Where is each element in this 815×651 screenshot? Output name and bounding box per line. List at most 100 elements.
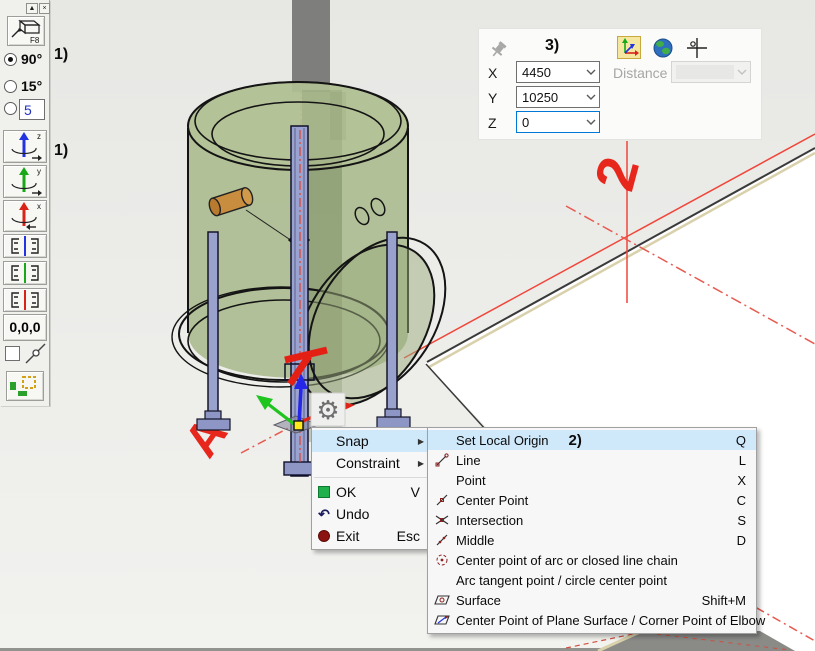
angle-radio-90[interactable]: 90° xyxy=(4,51,42,67)
left-leg[interactable] xyxy=(208,232,218,422)
wall-column[interactable] xyxy=(292,0,330,92)
line-snap-icon xyxy=(435,453,449,467)
custom-angle-input[interactable] xyxy=(19,99,45,120)
reference-points-button[interactable] xyxy=(6,371,44,401)
menu-item-line-snap[interactable]: Line L xyxy=(428,450,756,470)
middle-snap-icon xyxy=(435,533,449,547)
orientation-toolbar: ▲ × F8 90° 15° z xyxy=(0,0,50,406)
menu-item-point-snap[interactable]: Point X xyxy=(428,470,756,490)
angle-radio-15[interactable]: 15° xyxy=(4,78,42,94)
distance-value xyxy=(676,65,734,79)
menu-item-label: OK xyxy=(336,484,356,500)
distance-label: Distance xyxy=(613,65,667,81)
gizmo-axis-z[interactable] xyxy=(299,388,301,425)
x-axis-label: X xyxy=(488,65,497,81)
world-globe-icon[interactable] xyxy=(651,36,675,59)
view-mode-button[interactable]: F8 xyxy=(7,16,45,46)
chevron-down-icon xyxy=(734,69,750,75)
chevron-down-icon[interactable] xyxy=(583,94,599,100)
distance-combo xyxy=(671,61,751,83)
pin-icon[interactable] xyxy=(489,39,509,59)
menu-item-label: Center point of arc or closed line chain xyxy=(456,553,678,568)
menu-item-set-local-origin[interactable]: Set Local Origin 2) Q xyxy=(428,430,756,450)
rotate-y-icon: y xyxy=(4,166,46,197)
annotation-1a: 1) xyxy=(54,46,68,64)
menu-item-label: Set Local Origin xyxy=(456,433,549,448)
rotate-z-icon: z xyxy=(4,131,46,162)
surface-snap-icon xyxy=(434,593,450,607)
gear-button[interactable]: ⚙ xyxy=(311,393,345,426)
y-coordinate-value: 10250 xyxy=(517,90,583,105)
menu-item-label: Exit xyxy=(336,528,359,544)
menu-item-label: Snap xyxy=(336,433,369,449)
menu-item-label: Arc tangent point / circle center point xyxy=(456,573,667,588)
annotation-2: 2) xyxy=(569,432,582,449)
origin-000-button[interactable]: 0,0,0 xyxy=(3,314,47,341)
radio-custom-circle[interactable] xyxy=(4,102,17,115)
x-coordinate-combo[interactable]: 4450 xyxy=(516,61,600,83)
menu-item-arc-tangent-snap[interactable]: Arc tangent point / circle center point xyxy=(428,570,756,590)
x-coordinate-value: 4450 xyxy=(517,65,583,80)
menu-shortcut: C xyxy=(737,493,756,508)
rotate-x-button[interactable]: x xyxy=(3,200,47,232)
radio-90-circle[interactable] xyxy=(4,53,17,66)
axis-letter-z: z xyxy=(37,132,41,141)
menu-item-label: Center Point xyxy=(456,493,528,508)
menu-item-plane-center-snap[interactable]: Center Point of Plane Surface / Corner P… xyxy=(428,610,756,630)
menu-item-undo[interactable]: ↶ Undo xyxy=(312,503,430,525)
snap-submenu: Set Local Origin 2) Q Line L Point X Cen… xyxy=(427,427,757,634)
snap-checkbox[interactable] xyxy=(5,346,20,361)
menu-item-exit[interactable]: Exit Esc xyxy=(312,525,430,547)
menu-item-snap[interactable]: Snap ▶ xyxy=(312,430,430,452)
menu-shortcut: Q xyxy=(736,433,756,448)
menu-item-intersection-snap[interactable]: Intersection S xyxy=(428,510,756,530)
menu-item-center-point-snap[interactable]: Center Point C xyxy=(428,490,756,510)
menu-shortcut: Esc xyxy=(397,528,430,544)
mirror-y-icon xyxy=(4,262,46,284)
right-leg[interactable] xyxy=(387,232,397,420)
rotate-z-button[interactable]: z xyxy=(3,130,47,163)
menu-item-label: Line xyxy=(456,453,481,468)
mirror-x-button[interactable] xyxy=(3,288,47,312)
rotate-y-button[interactable]: y xyxy=(3,165,47,198)
menu-item-label: Point xyxy=(456,473,486,488)
menu-separator xyxy=(314,477,428,478)
rotate-x-icon: x xyxy=(4,201,46,231)
center-point-icon xyxy=(435,493,449,507)
crosshair-icon[interactable] xyxy=(685,36,709,59)
z-coordinate-value: 0 xyxy=(517,115,583,130)
chevron-down-icon[interactable] xyxy=(583,119,599,125)
cad-application: { "window": {"collapse_glyph": "▲", "clo… xyxy=(0,0,815,651)
mirror-y-button[interactable] xyxy=(3,261,47,285)
menu-item-surface-snap[interactable]: Surface Shift+M xyxy=(428,590,756,610)
y-axis-label: Y xyxy=(488,90,497,106)
origin-point[interactable] xyxy=(294,421,303,430)
undo-icon: ↶ xyxy=(318,509,330,519)
reference-points-icon xyxy=(7,372,43,400)
radio-15-circle[interactable] xyxy=(4,80,17,93)
menu-shortcut: X xyxy=(737,473,756,488)
measure-line-icon xyxy=(24,342,47,365)
mirror-z-button[interactable] xyxy=(3,234,47,258)
angle-radio-custom[interactable] xyxy=(4,102,17,115)
menu-item-label: Middle xyxy=(456,533,494,548)
coordinate-input-panel: 3) X 4450 Y 10250 Z 0 Distance xyxy=(478,28,762,140)
toolbar-close-button[interactable]: × xyxy=(39,3,50,14)
y-coordinate-combo[interactable]: 10250 xyxy=(516,86,600,108)
menu-item-ok[interactable]: OK V xyxy=(312,481,430,503)
axis-letter-x: x xyxy=(37,202,41,211)
menu-item-middle-snap[interactable]: Middle D xyxy=(428,530,756,550)
menu-item-constraint[interactable]: Constraint ▶ xyxy=(312,452,430,474)
menu-item-label: Center Point of Plane Surface / Corner P… xyxy=(456,613,765,628)
menu-shortcut: S xyxy=(737,513,756,528)
plane-center-icon xyxy=(434,613,450,627)
local-axis-icon[interactable] xyxy=(617,36,641,59)
context-menu: Snap ▶ Constraint ▶ OK V ↶ Undo Exit Esc xyxy=(311,427,431,550)
menu-item-label: Surface xyxy=(456,593,501,608)
z-coordinate-combo[interactable]: 0 xyxy=(516,111,600,133)
ok-icon xyxy=(318,486,330,498)
menu-shortcut: L xyxy=(739,453,756,468)
toolbar-collapse-button[interactable]: ▲ xyxy=(26,3,38,14)
menu-item-arc-center-snap[interactable]: Center point of arc or closed line chain xyxy=(428,550,756,570)
chevron-down-icon[interactable] xyxy=(583,69,599,75)
